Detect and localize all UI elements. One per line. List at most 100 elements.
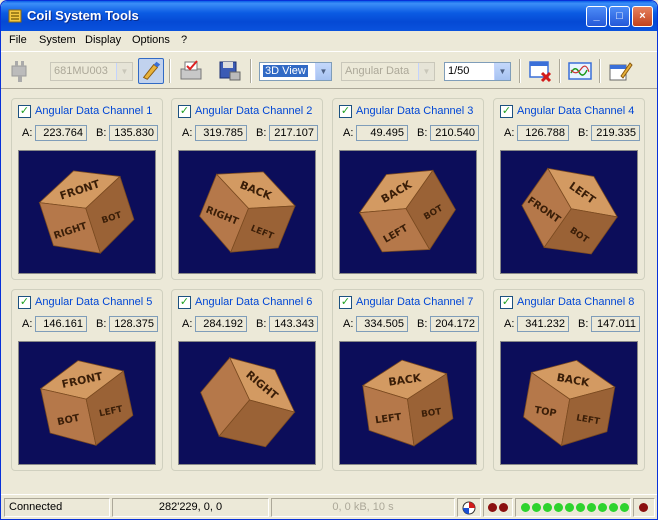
status-led	[620, 503, 629, 512]
channel-checkbox[interactable]: ✓	[339, 105, 352, 118]
wooden-cube: BACKRIGHTLEFT	[199, 171, 296, 253]
cube-3d-view[interactable]: BACK LEFT BOT	[339, 150, 477, 274]
chevron-down-icon: ▼	[494, 63, 510, 80]
angle-b-value: 217.107	[269, 125, 318, 141]
channel-panel: ✓ Angular Data Channel 4 A: 126.788 B: 219.33…	[493, 98, 645, 280]
status-bar: Connected 282'229, 0, 0 0, 0 kB, 10 s	[1, 494, 657, 519]
channel-panel: ✓ Angular Data Channel 6 A: 284.192 B: 143.34…	[171, 289, 323, 471]
pie-indicator-icon	[462, 501, 476, 515]
status-red-led	[633, 498, 655, 517]
save-disk-icon[interactable]	[216, 58, 242, 84]
angle-b-label: B:	[417, 318, 428, 330]
close-icon: ×	[639, 10, 646, 22]
channel-label: Angular Data Channel 2	[195, 105, 313, 117]
angle-a-value: 223.764	[35, 125, 87, 141]
close-button[interactable]: ×	[632, 6, 653, 27]
angle-b-value: 128.375	[109, 316, 158, 332]
cube-3d-view[interactable]: BACK TOP LEFT	[500, 341, 638, 465]
channel-checkbox[interactable]: ✓	[339, 296, 352, 309]
angle-b-label: B:	[96, 318, 107, 330]
cube-3d-view[interactable]: RIGHT	[178, 341, 316, 465]
channel-checkbox[interactable]: ✓	[500, 105, 513, 118]
status-red-leds	[483, 498, 513, 517]
cube-3d-view[interactable]: FRONT BOT LEFT	[18, 341, 156, 465]
maximize-icon: □	[616, 10, 623, 22]
status-led	[521, 503, 530, 512]
print-check-icon[interactable]	[178, 58, 204, 84]
angle-b-value: 143.343	[269, 316, 318, 332]
angle-a-label: A:	[504, 127, 515, 139]
channel-label: Angular Data Channel 4	[517, 105, 635, 117]
status-led	[532, 503, 541, 512]
channel-panel: ✓ Angular Data Channel 1 A: 223.764 B: 135.83…	[11, 98, 163, 280]
channel-panel: ✓ Angular Data Channel 7 A: 334.505 B: 204.17…	[332, 289, 484, 471]
angle-b-label: B:	[96, 127, 107, 139]
wooden-cube: BACKLEFTBOT	[358, 169, 456, 253]
channel-panel: ✓ Angular Data Channel 8 A: 341.232 B: 147.01…	[493, 289, 645, 471]
angle-a-value: 341.232	[517, 316, 569, 332]
window-delete-icon[interactable]	[527, 58, 553, 84]
menu-display[interactable]: Display	[85, 34, 121, 46]
signal-graph-icon[interactable]	[567, 58, 593, 84]
menu-help[interactable]: ?	[181, 34, 187, 46]
status-connection: Connected	[4, 498, 110, 517]
wooden-cube: BACKLEFTBOT	[361, 359, 454, 447]
wooden-cube: FRONTBOTLEFT	[39, 360, 134, 447]
settings-edit-icon[interactable]	[607, 58, 633, 84]
device-select[interactable]: 681MU003 ▼	[50, 62, 133, 81]
pen-tool-button[interactable]	[138, 58, 164, 84]
cube-3d-view[interactable]: BACK LEFT BOT	[339, 341, 477, 465]
connect-plug-icon[interactable]	[7, 58, 33, 84]
wooden-cube: RIGHT	[200, 356, 296, 448]
status-led	[609, 503, 618, 512]
minimize-button[interactable]: _	[586, 6, 607, 27]
channel-checkbox[interactable]: ✓	[178, 296, 191, 309]
channel-label: Angular Data Channel 7	[356, 296, 474, 308]
cube-3d-view[interactable]: LEFT FRONT BOT	[500, 150, 638, 274]
chevron-down-icon: ▼	[315, 63, 331, 80]
angle-a-value: 146.161	[35, 316, 87, 332]
channels-grid: ✓ Angular Data Channel 1 A: 223.764 B: 135.83…	[1, 90, 657, 493]
status-led	[587, 503, 596, 512]
channel-label: Angular Data Channel 5	[35, 296, 153, 308]
main-window: Coil System Tools _ □ × File System Disp…	[0, 0, 658, 520]
channel-checkbox[interactable]: ✓	[500, 296, 513, 309]
status-transfer: 0, 0 kB, 10 s	[271, 498, 455, 517]
angle-a-label: A:	[343, 127, 354, 139]
channel-checkbox[interactable]: ✓	[18, 296, 31, 309]
angle-a-label: A:	[343, 318, 354, 330]
status-led	[598, 503, 607, 512]
angle-a-label: A:	[504, 318, 515, 330]
view-mode-select[interactable]: 3D View ▼	[259, 62, 332, 81]
maximize-button[interactable]: □	[609, 6, 630, 27]
channel-label: Angular Data Channel 3	[356, 105, 474, 117]
angle-b-value: 210.540	[430, 125, 479, 141]
channel-label: Angular Data Channel 6	[195, 296, 313, 308]
angle-a-value: 319.785	[195, 125, 247, 141]
angle-a-value: 49.495	[356, 125, 408, 141]
status-coordinates: 282'229, 0, 0	[112, 498, 269, 517]
angle-b-value: 219.335	[591, 125, 640, 141]
menu-options[interactable]: Options	[132, 34, 170, 46]
channel-checkbox[interactable]: ✓	[18, 105, 31, 118]
status-led	[554, 503, 563, 512]
menu-system[interactable]: System	[39, 34, 76, 46]
data-mode-select[interactable]: Angular Data ▼	[341, 62, 435, 81]
status-led	[576, 503, 585, 512]
channel-label: Angular Data Channel 8	[517, 296, 635, 308]
toolbar: 681MU003 ▼ 3D View ▼ Angular Data ▼ 1/50…	[1, 51, 657, 89]
cube-3d-view[interactable]: FRONT RIGHT BOT	[18, 150, 156, 274]
menu-bar: File System Display Options ?	[1, 31, 657, 50]
pen-icon	[142, 61, 161, 80]
angle-a-value: 334.505	[356, 316, 408, 332]
angle-b-label: B:	[256, 318, 267, 330]
channel-panel: ✓ Angular Data Channel 5 A: 146.161 B: 128.37…	[11, 289, 163, 471]
channel-checkbox[interactable]: ✓	[178, 105, 191, 118]
coil-app-icon	[8, 9, 22, 23]
cube-3d-view[interactable]: BACK RIGHT LEFT	[178, 150, 316, 274]
angle-a-label: A:	[22, 318, 33, 330]
rate-select[interactable]: 1/50 ▼	[444, 62, 511, 81]
menu-file[interactable]: File	[9, 34, 27, 46]
title-bar: Coil System Tools _ □ ×	[1, 1, 657, 31]
wooden-cube: FRONTRIGHTBOT	[38, 170, 135, 254]
